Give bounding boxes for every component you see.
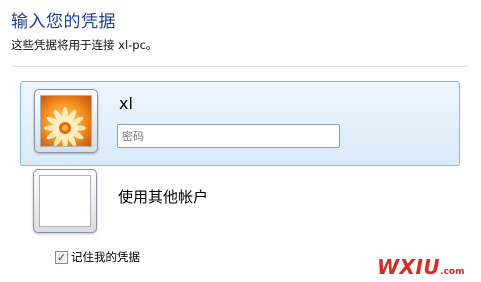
remember-label: 记住我的凭据: [71, 250, 140, 264]
use-other-account-tile[interactable]: 使用其他帐户: [20, 167, 460, 247]
dialog-title: 输入您的凭据: [11, 12, 116, 32]
password-input[interactable]: [117, 124, 340, 148]
account-username: xl: [119, 94, 133, 113]
blank-avatar-icon: [39, 175, 91, 227]
use-other-account-label: 使用其他帐户: [118, 188, 209, 206]
remember-checkbox[interactable]: ✓: [55, 250, 68, 264]
user-avatar-frame: [34, 89, 98, 153]
watermark-logo: WXIU.com: [377, 255, 465, 279]
account-tile-xl[interactable]: xl: [20, 81, 460, 166]
dialog-subtitle: 这些凭据将用于连接 xl-pc。: [11, 38, 158, 52]
divider: [12, 66, 468, 67]
watermark-suffix: .com: [440, 267, 465, 277]
remember-credentials[interactable]: ✓ 记住我的凭据: [55, 249, 140, 265]
blank-avatar-frame: [33, 169, 97, 233]
flower-avatar-icon: [40, 95, 92, 147]
watermark-main: WXIU: [377, 255, 441, 279]
